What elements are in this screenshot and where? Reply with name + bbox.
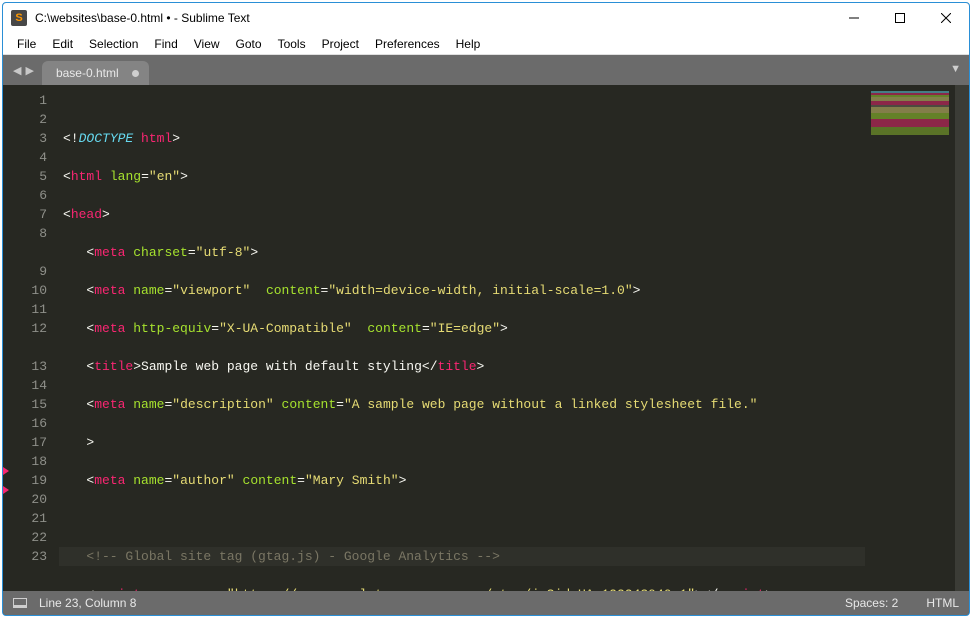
menu-find[interactable]: Find — [146, 35, 185, 53]
minimap[interactable] — [865, 85, 955, 591]
status-syntax[interactable]: HTML — [926, 596, 959, 610]
app-icon: S — [11, 10, 27, 26]
status-position[interactable]: Line 23, Column 8 — [39, 596, 136, 610]
fold-marker-icon[interactable] — [3, 486, 9, 494]
scrollbar[interactable] — [955, 85, 969, 591]
menu-project[interactable]: Project — [314, 35, 367, 53]
app-window: S C:\websites\base-0.html • - Sublime Te… — [2, 2, 970, 616]
menu-tools[interactable]: Tools — [270, 35, 314, 53]
tabbar: ◀ ▶ base-0.html ▼ — [3, 55, 969, 85]
close-button[interactable] — [923, 3, 969, 33]
gutter: 1 2 3 4 5 6 7 8 9 10 11 12 13 14 15 16 1… — [3, 85, 59, 591]
statusbar: Line 23, Column 8 Spaces: 2 HTML — [3, 591, 969, 615]
dirty-indicator-icon — [132, 70, 139, 77]
nav-back-icon[interactable]: ◀ — [13, 64, 21, 77]
minimap-preview — [871, 91, 949, 135]
code-area[interactable]: <!DOCTYPE html> <html lang="en"> <head> … — [59, 85, 865, 591]
menubar: File Edit Selection Find View Goto Tools… — [3, 33, 969, 55]
maximize-button[interactable] — [877, 3, 923, 33]
fold-marker-icon[interactable] — [3, 467, 9, 475]
tab-overflow-icon[interactable]: ▼ — [950, 63, 961, 75]
tab-base-0[interactable]: base-0.html — [42, 61, 149, 85]
minimize-button[interactable] — [831, 3, 877, 33]
menu-view[interactable]: View — [186, 35, 228, 53]
editor[interactable]: 1 2 3 4 5 6 7 8 9 10 11 12 13 14 15 16 1… — [3, 85, 969, 591]
titlebar: S C:\websites\base-0.html • - Sublime Te… — [3, 3, 969, 33]
menu-preferences[interactable]: Preferences — [367, 35, 448, 53]
menu-help[interactable]: Help — [448, 35, 489, 53]
nav-arrows: ◀ ▶ — [7, 55, 42, 85]
window-title: C:\websites\base-0.html • - Sublime Text — [35, 11, 250, 25]
status-indent[interactable]: Spaces: 2 — [845, 596, 898, 610]
menu-goto[interactable]: Goto — [228, 35, 270, 53]
tab-label: base-0.html — [56, 66, 119, 80]
menu-edit[interactable]: Edit — [44, 35, 81, 53]
menu-file[interactable]: File — [9, 35, 44, 53]
menu-selection[interactable]: Selection — [81, 35, 146, 53]
panel-toggle-icon[interactable] — [13, 598, 27, 608]
nav-forward-icon[interactable]: ▶ — [25, 64, 33, 77]
